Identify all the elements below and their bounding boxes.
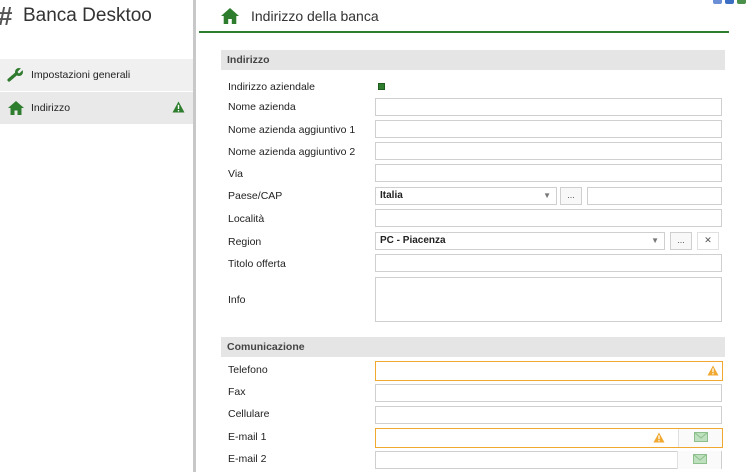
email-1-input[interactable] bbox=[375, 428, 723, 448]
page-title: Indirizzo della banca bbox=[251, 7, 379, 24]
indirizzo-aziendale-checkbox[interactable] bbox=[378, 83, 385, 90]
send-email-2-button[interactable] bbox=[677, 451, 721, 469]
section-header-indirizzo: Indirizzo bbox=[221, 50, 725, 70]
label-via: Via bbox=[228, 168, 243, 180]
region-select-value: PC - Piacenza bbox=[380, 235, 446, 246]
paese-select-value: Italia bbox=[380, 190, 403, 201]
wrench-icon bbox=[7, 67, 29, 83]
label-email-1: E-mail 1 bbox=[228, 431, 267, 443]
label-fax: Fax bbox=[228, 386, 246, 398]
label-paese-cap: Paese/CAP bbox=[228, 190, 283, 202]
cap-input[interactable] bbox=[587, 187, 722, 205]
sidebar-item-impostazioni-generali[interactable]: Impostazioni generali bbox=[0, 59, 193, 91]
paese-select[interactable]: Italia ▼ bbox=[375, 187, 557, 205]
label-telefono: Telefono bbox=[228, 364, 268, 376]
label-indirizzo-aziendale: Indirizzo aziendale bbox=[228, 81, 315, 93]
home-icon bbox=[7, 100, 29, 116]
telefono-input[interactable] bbox=[375, 361, 723, 381]
nome-azienda-aggiuntivo-1-input[interactable] bbox=[375, 120, 722, 138]
toolbar-icon[interactable] bbox=[713, 0, 722, 4]
chevron-down-icon: ▼ bbox=[543, 191, 551, 200]
label-email-2: E-mail 2 bbox=[228, 453, 267, 465]
paese-browse-button[interactable]: ... bbox=[560, 187, 582, 205]
email-2-input[interactable] bbox=[375, 451, 722, 469]
home-icon bbox=[220, 7, 242, 25]
warning-icon bbox=[653, 432, 665, 446]
toolbar-icon[interactable] bbox=[725, 0, 734, 4]
label-region: Region bbox=[228, 236, 262, 248]
label-nome-azienda-aggiuntivo-1: Nome azienda aggiuntivo 1 bbox=[228, 124, 356, 136]
send-email-1-button[interactable] bbox=[678, 429, 722, 447]
toolbar-icon[interactable] bbox=[737, 0, 746, 4]
label-nome-azienda: Nome azienda bbox=[228, 101, 296, 113]
main-panel: Indirizzo della banca Indirizzo Indirizz… bbox=[199, 0, 750, 472]
envelope-icon bbox=[693, 431, 708, 445]
region-browse-button[interactable]: ... bbox=[670, 232, 692, 250]
app-title: # Banca Desktoo bbox=[0, 2, 152, 30]
chevron-down-icon: ▼ bbox=[651, 236, 659, 245]
label-localita: Località bbox=[228, 213, 265, 225]
localita-input[interactable] bbox=[375, 209, 722, 227]
sidebar-item-indirizzo[interactable]: Indirizzo bbox=[0, 92, 193, 124]
info-textarea[interactable] bbox=[375, 277, 722, 322]
via-input[interactable] bbox=[375, 164, 722, 182]
nome-azienda-aggiuntivo-2-input[interactable] bbox=[375, 142, 722, 160]
label-nome-azienda-aggiuntivo-2: Nome azienda aggiuntivo 2 bbox=[228, 146, 356, 158]
sidebar: # Banca Desktoo Impostazioni generali In… bbox=[0, 0, 196, 472]
titolo-offerta-input[interactable] bbox=[375, 254, 722, 272]
fax-input[interactable] bbox=[375, 384, 722, 402]
warning-icon bbox=[172, 101, 185, 116]
sidebar-item-label: Impostazioni generali bbox=[31, 69, 131, 81]
sidebar-item-label: Indirizzo bbox=[31, 102, 71, 114]
label-cellulare: Cellulare bbox=[228, 408, 270, 420]
nome-azienda-input[interactable] bbox=[375, 98, 722, 116]
page-header: Indirizzo della banca bbox=[199, 0, 729, 33]
region-clear-button[interactable]: ✕ bbox=[697, 232, 719, 250]
warning-icon bbox=[707, 365, 719, 379]
window-toolbar-icons bbox=[713, 0, 746, 4]
label-info: Info bbox=[228, 294, 246, 306]
app-name: Banca Desktoo bbox=[23, 5, 152, 26]
envelope-icon bbox=[692, 453, 707, 467]
region-select[interactable]: PC - Piacenza ▼ bbox=[375, 232, 665, 250]
label-titolo-offerta: Titolo offerta bbox=[228, 258, 286, 270]
cellulare-input[interactable] bbox=[375, 406, 722, 424]
section-header-comunicazione: Comunicazione bbox=[221, 337, 725, 357]
app-logo: # bbox=[0, 2, 20, 30]
